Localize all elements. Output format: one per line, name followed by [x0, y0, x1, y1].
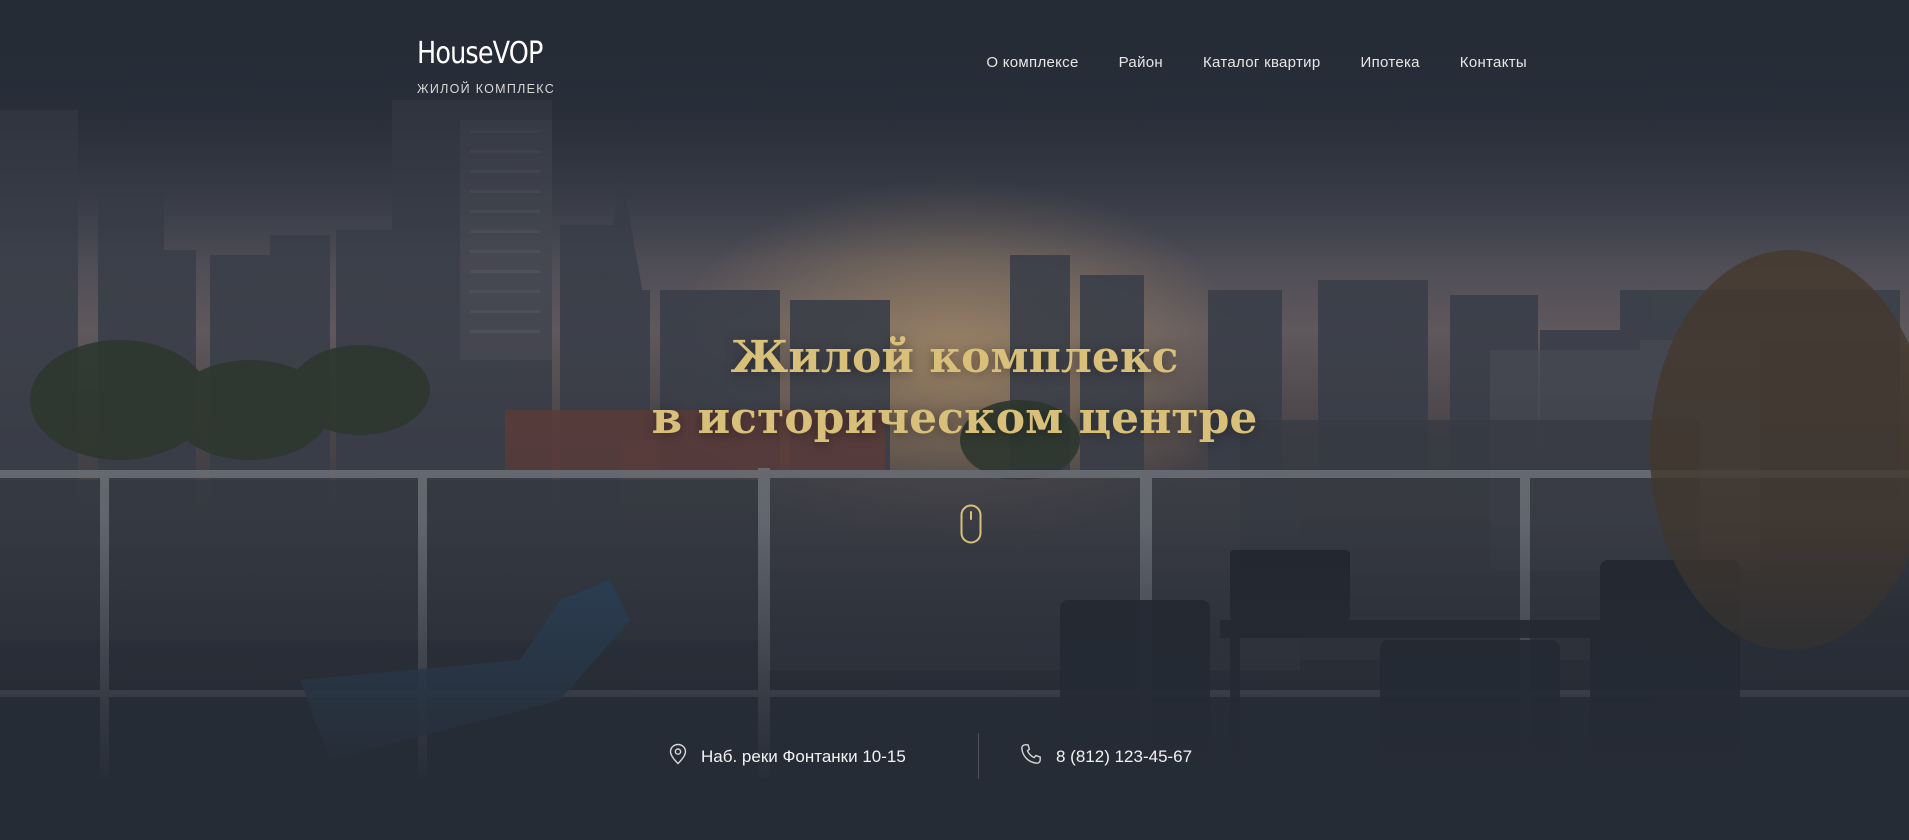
- logo-name[interactable]: HouseVOP: [417, 38, 543, 70]
- nav-item-district[interactable]: Район: [1119, 54, 1163, 71]
- nav-item-mortgage[interactable]: Ипотека: [1361, 54, 1420, 71]
- main-nav: О комплексе Район Каталог квартир Ипотек…: [986, 54, 1527, 71]
- logo-tagline: ЖИЛОЙ КОМПЛЕКС: [417, 82, 556, 96]
- phone-text: 8 (812) 123-45-67: [1056, 746, 1193, 766]
- address-text: Наб. реки Фонтанки 10-15: [701, 746, 906, 766]
- contacts-bar: Наб. реки Фонтанки 10-15 8 (812) 123-45-…: [0, 733, 1909, 779]
- nav-item-about[interactable]: О комплексе: [986, 54, 1078, 71]
- nav-item-catalog[interactable]: Каталог квартир: [1203, 54, 1321, 71]
- hero-title-line-2: в историческом центре: [651, 393, 1258, 445]
- address-item[interactable]: Наб. реки Фонтанки 10-15: [669, 743, 906, 770]
- logo[interactable]: HouseVOP ЖИЛОЙ КОМПЛЕКС: [417, 38, 565, 97]
- site-header: HouseVOP ЖИЛОЙ КОМПЛЕКС О комплексе Райо…: [0, 0, 1909, 110]
- mouse-icon[interactable]: [960, 504, 982, 544]
- location-pin-icon: [669, 743, 687, 770]
- phone-icon: [1020, 743, 1042, 770]
- contacts-divider: [978, 733, 979, 779]
- hero-title: Жилой комплекс в историческом центре: [0, 327, 1909, 449]
- hero-title-line-1: Жилой комплекс: [730, 332, 1179, 384]
- nav-item-contacts[interactable]: Контакты: [1460, 54, 1527, 71]
- phone-item[interactable]: 8 (812) 123-45-67: [1020, 743, 1192, 770]
